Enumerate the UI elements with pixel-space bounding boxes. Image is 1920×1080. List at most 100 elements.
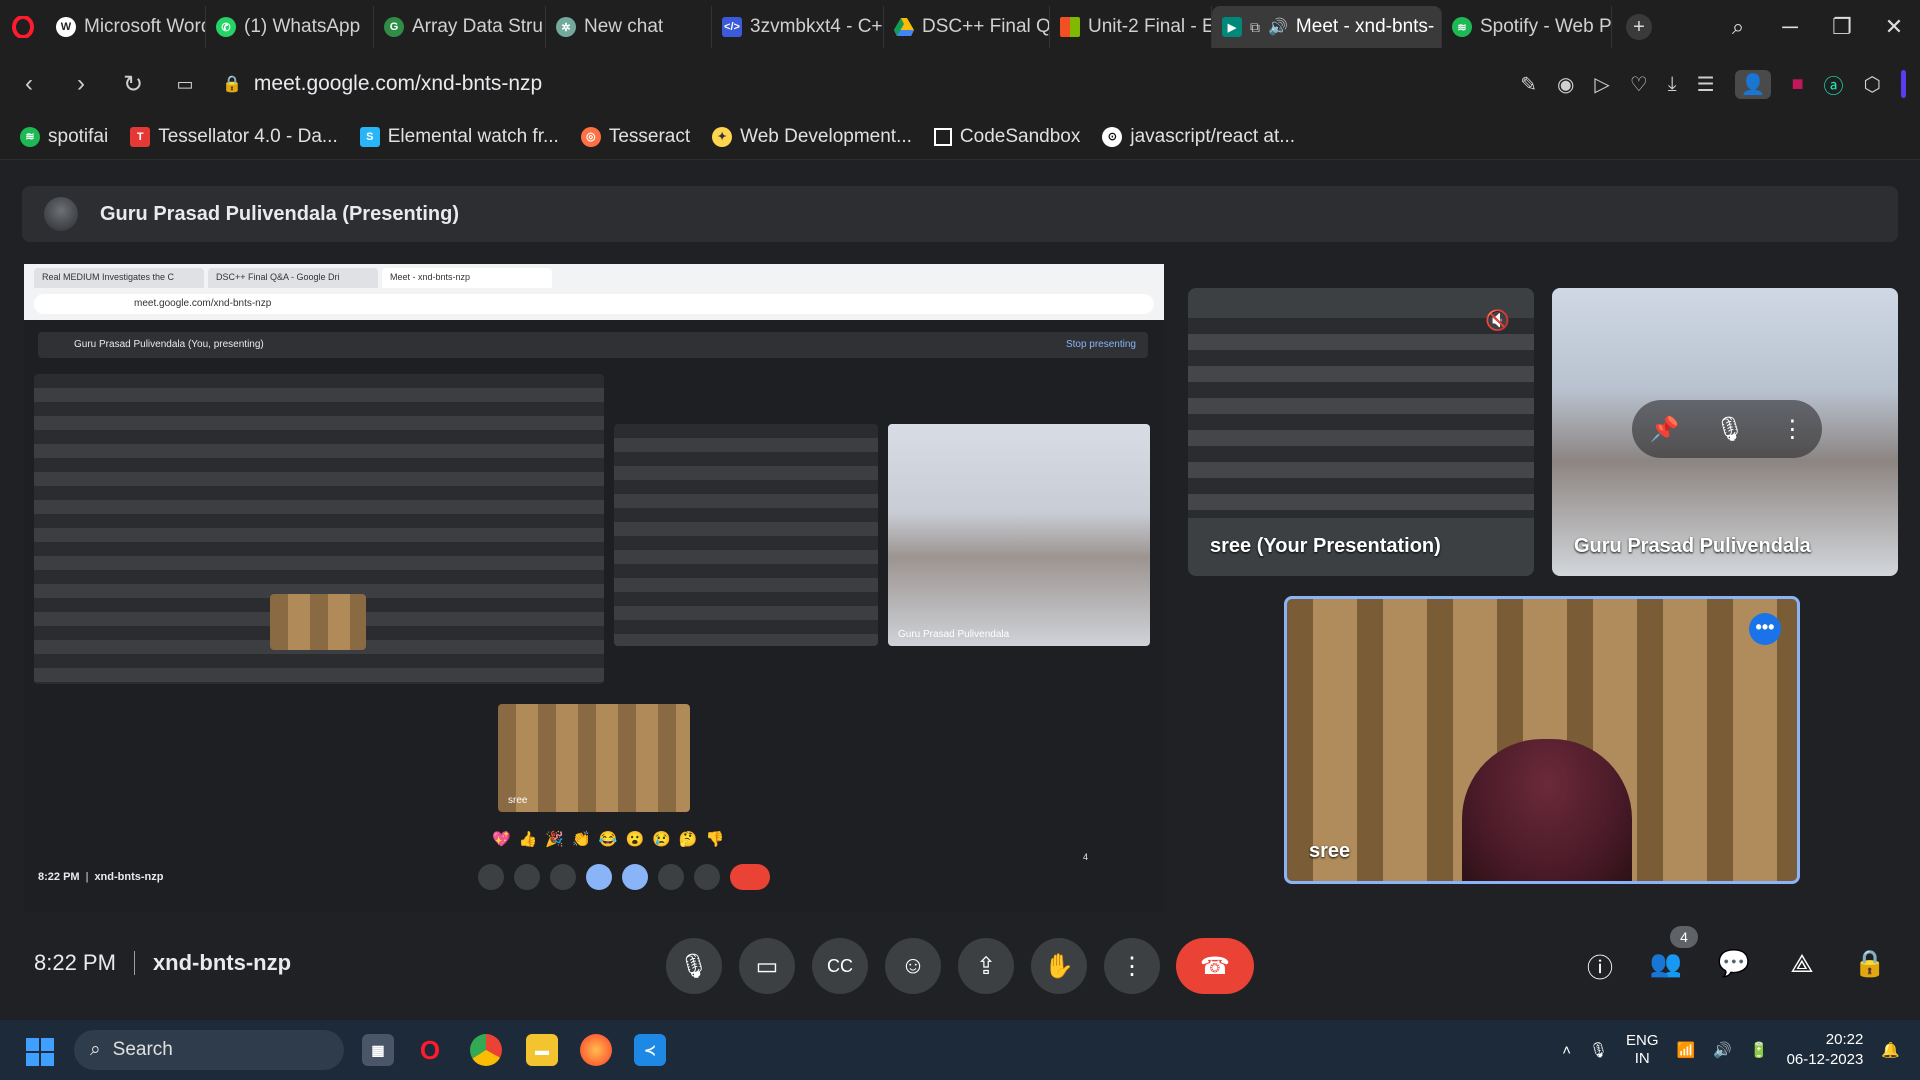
more-options-icon[interactable]: ⋮ bbox=[1780, 415, 1804, 444]
shared-emoji-row: 💖 👍 🎉 👏 😂 😮 😢 🤔 👎 bbox=[492, 830, 724, 848]
info-icon[interactable]: ⓘ bbox=[1582, 948, 1618, 985]
chat-icon[interactable]: 💬 bbox=[1716, 948, 1752, 979]
shared-time: 8:22 PM bbox=[38, 871, 80, 883]
tab-unit-2-final[interactable]: Unit-2 Final - Ec bbox=[1050, 6, 1212, 48]
edit-icon[interactable]: ✎ bbox=[1520, 72, 1537, 97]
activities-icon[interactable]: ⟁ bbox=[1784, 948, 1820, 980]
tab-array-data-structure[interactable]: G Array Data Stru bbox=[374, 6, 546, 48]
cube-icon[interactable]: ⬡ bbox=[1864, 72, 1881, 97]
bookmark-github-react[interactable]: ⊙ javascript/react at... bbox=[1102, 126, 1295, 148]
opera-logo-icon[interactable] bbox=[0, 16, 46, 38]
end-call-button[interactable]: ☎ bbox=[1176, 938, 1254, 994]
participant-tile-guru[interactable]: 📌 🎙 ⋮ Guru Prasad Pulivendala bbox=[1552, 288, 1898, 576]
host-controls-icon[interactable]: 🔒 bbox=[1852, 948, 1888, 979]
codesandbox-icon bbox=[933, 127, 952, 146]
taskbar-search[interactable]: ⌕ Search bbox=[74, 1030, 344, 1070]
emoji-clap: 👏 bbox=[572, 831, 591, 848]
lock-icon[interactable]: 🔒 bbox=[222, 74, 242, 94]
new-tab-button[interactable]: + bbox=[1626, 14, 1652, 40]
microphone-button[interactable]: 🎙 bbox=[666, 938, 722, 994]
reload-icon[interactable]: ↻ bbox=[118, 70, 148, 99]
tab-microsoft-word[interactable]: W Microsoft Word bbox=[46, 6, 206, 48]
extension-icon[interactable]: ■ bbox=[1791, 73, 1803, 96]
url-field[interactable]: meet.google.com/xnd-bnts-nzp bbox=[254, 72, 542, 96]
send-icon[interactable]: ▷ bbox=[1594, 72, 1609, 97]
bookmark-elemental[interactable]: S Elemental watch fr... bbox=[359, 126, 559, 148]
shared-captions bbox=[550, 864, 576, 890]
chrome-icon[interactable] bbox=[470, 1034, 502, 1066]
wifi-icon[interactable]: 📶 bbox=[1677, 1041, 1696, 1059]
tile-hover-actions: 📌 🎙 ⋮ bbox=[1632, 400, 1822, 458]
aria-icon[interactable]: ⓐ bbox=[1824, 70, 1844, 99]
bookmark-tesseract[interactable]: ◎ Tesseract bbox=[580, 125, 691, 148]
shared-control-bar: 8:22 PM | xnd-bnts-nzp 4 bbox=[38, 852, 1148, 894]
forward-icon[interactable]: › bbox=[66, 70, 96, 98]
presentation-tile[interactable]: 🔇 sree (Your Presentation) bbox=[1188, 288, 1534, 576]
download-icon[interactable]: ⤓ bbox=[1668, 73, 1677, 96]
shared-pinned-name: Guru Prasad Pulivendala bbox=[898, 629, 1010, 640]
notification-bell-icon[interactable]: 🔔 bbox=[1881, 1041, 1900, 1059]
vscode-icon[interactable]: ≺ bbox=[634, 1034, 666, 1066]
shared-code-sep: | bbox=[85, 871, 89, 883]
clock[interactable]: 20:22 06-12-2023 bbox=[1787, 1030, 1864, 1070]
snapshot-icon[interactable]: ◉ bbox=[1557, 72, 1574, 97]
tab-whatsapp[interactable]: ✆ (1) WhatsApp bbox=[206, 6, 374, 48]
bookmark-label: Tesseract bbox=[608, 125, 691, 147]
clock-date: 06-12-2023 bbox=[1786, 1051, 1864, 1068]
profile-icon[interactable]: 👤 bbox=[1734, 69, 1772, 99]
calculator-icon[interactable]: ▦ bbox=[362, 1034, 394, 1066]
emoji-sad: 😢 bbox=[652, 831, 671, 848]
sidebar-indicator[interactable] bbox=[1901, 70, 1906, 98]
tab-pip-icon[interactable]: ⧉ bbox=[1250, 19, 1260, 36]
emoji-thumbs-down: 👎 bbox=[705, 831, 725, 848]
heart-icon[interactable]: ♡ bbox=[1630, 72, 1648, 97]
shared-presenting-text: Guru Prasad Pulivendala (You, presenting… bbox=[74, 339, 264, 350]
language-indicator[interactable]: ENG IN bbox=[1626, 1032, 1659, 1068]
present-button[interactable]: ⇪ bbox=[958, 938, 1014, 994]
bookmark-codesandbox[interactable]: CodeSandbox bbox=[933, 126, 1080, 148]
emoji-button[interactable]: ☺ bbox=[885, 938, 941, 994]
shared-url: meet.google.com/xnd-bnts-nzp bbox=[34, 294, 1154, 314]
bookmark-spotifai[interactable]: ≋ spotifai bbox=[20, 126, 108, 148]
search-tabs-icon[interactable]: ⌕ bbox=[1712, 14, 1764, 40]
tab-google-meet[interactable]: ▶ ⧉ 🔊 Meet - xnd-bnts- bbox=[1212, 6, 1442, 48]
close-icon[interactable]: ✕ bbox=[1868, 14, 1920, 40]
restore-icon[interactable]: ❐ bbox=[1816, 14, 1868, 40]
more-options-icon[interactable]: ••• bbox=[1749, 613, 1781, 645]
people-icon[interactable]: 👥 bbox=[1648, 948, 1684, 979]
google-drive-icon bbox=[894, 17, 914, 37]
tab-audio-icon[interactable]: 🔊 bbox=[1268, 17, 1288, 37]
camera-permission-icon[interactable]: ▭ bbox=[170, 74, 200, 95]
shared-tab: Real MEDIUM Investigates the C bbox=[34, 268, 204, 288]
participant-tile-sree[interactable]: ••• sree bbox=[1284, 596, 1800, 884]
easy-setup-icon[interactable]: ☰ bbox=[1697, 72, 1715, 97]
file-explorer-icon[interactable]: ▬ bbox=[526, 1034, 558, 1066]
shared-screen[interactable]: Real MEDIUM Investigates the C DSC++ Fin… bbox=[24, 264, 1164, 912]
bookmark-tessellator[interactable]: T Tessellator 4.0 - Da... bbox=[130, 126, 338, 148]
presenter-title: Guru Prasad Pulivendala (Presenting) bbox=[100, 202, 459, 225]
tray-mic-icon[interactable]: 🎙 bbox=[1589, 1041, 1608, 1059]
volume-icon[interactable]: 🔊 bbox=[1713, 1041, 1732, 1059]
start-button[interactable] bbox=[26, 1038, 54, 1066]
tab-new-chat[interactable]: ✲ New chat bbox=[546, 6, 712, 48]
bookmarks-bar: ≋ spotifai T Tessellator 4.0 - Da... S E… bbox=[0, 114, 1920, 160]
tab-spotify[interactable]: ≋ Spotify - Web P bbox=[1442, 6, 1612, 48]
bookmark-web-development[interactable]: ✦ Web Development... bbox=[712, 126, 912, 148]
shared-browser-chrome: Real MEDIUM Investigates the C DSC++ Fin… bbox=[24, 264, 1164, 320]
tab-dsc-final[interactable]: DSC++ Final Q& bbox=[884, 6, 1050, 48]
back-icon[interactable]: ‹ bbox=[14, 70, 44, 98]
camera-button[interactable]: ▭ bbox=[739, 938, 795, 994]
raise-hand-button[interactable]: ✋ bbox=[1031, 938, 1087, 994]
captions-button[interactable]: CC bbox=[812, 938, 868, 994]
geeksforgeeks-icon: G bbox=[384, 17, 404, 37]
mic-icon[interactable]: 🎙 bbox=[1715, 415, 1745, 444]
more-options-button[interactable]: ⋮ bbox=[1104, 938, 1160, 994]
tab-code-editor[interactable]: </> 3zvmbkxt4 - C+ bbox=[712, 6, 884, 48]
firefox-icon[interactable] bbox=[580, 1034, 612, 1066]
tray-chevron-icon[interactable]: ˄ bbox=[1562, 1042, 1571, 1059]
battery-icon[interactable]: 🔋 bbox=[1750, 1041, 1769, 1059]
pin-icon[interactable]: 📌 bbox=[1650, 415, 1680, 444]
opera-taskbar-icon[interactable]: O bbox=[414, 1034, 446, 1066]
emoji-heart: 💖 bbox=[492, 831, 511, 848]
minimize-icon[interactable]: ─ bbox=[1764, 14, 1816, 40]
